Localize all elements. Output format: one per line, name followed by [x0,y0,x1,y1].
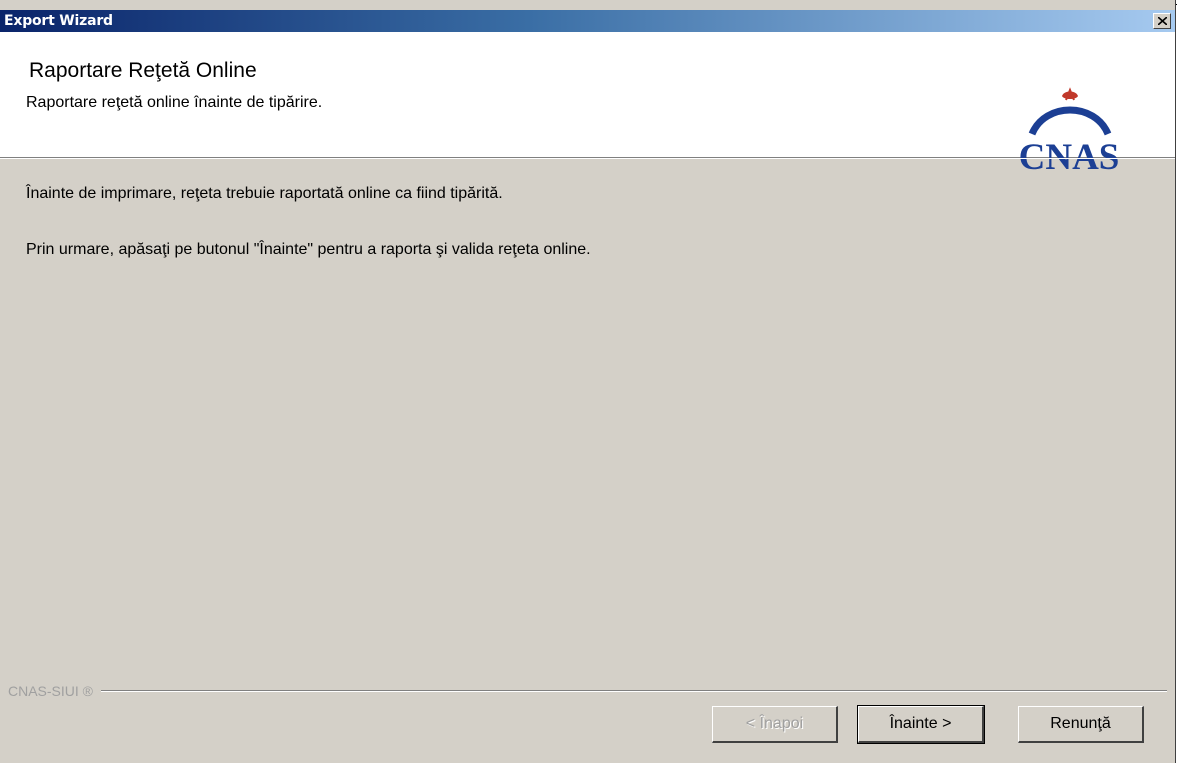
export-wizard-window: Export Wizard Raportare Reţetă Online Ra… [0,0,1176,763]
wizard-body: Înainte de imprimare, reţeta trebuie rap… [0,158,1175,763]
page-subtitle: Raportare reţetă online înainte de tipăr… [26,94,323,111]
close-button[interactable] [1153,13,1171,29]
wizard-header: Raportare Reţetă Online Raportare reţetă… [0,32,1175,178]
close-icon [1158,17,1167,25]
window-title: Export Wizard [4,13,113,29]
instruction-text-2: Prin urmare, apăsaţi pe butonul "Înainte… [26,241,591,258]
next-button[interactable]: Înainte > [857,705,985,744]
title-bar: Export Wizard [0,10,1175,32]
page-title: Raportare Reţetă Online [29,59,257,82]
footer-brand: CNAS-SIUI ® [8,683,101,699]
footer-divider [8,690,1167,692]
instruction-text-1: Înainte de imprimare, reţeta trebuie rap… [26,185,503,202]
cancel-button[interactable]: Renunţă [1018,706,1144,743]
back-button[interactable]: < Înapoi [712,706,838,743]
